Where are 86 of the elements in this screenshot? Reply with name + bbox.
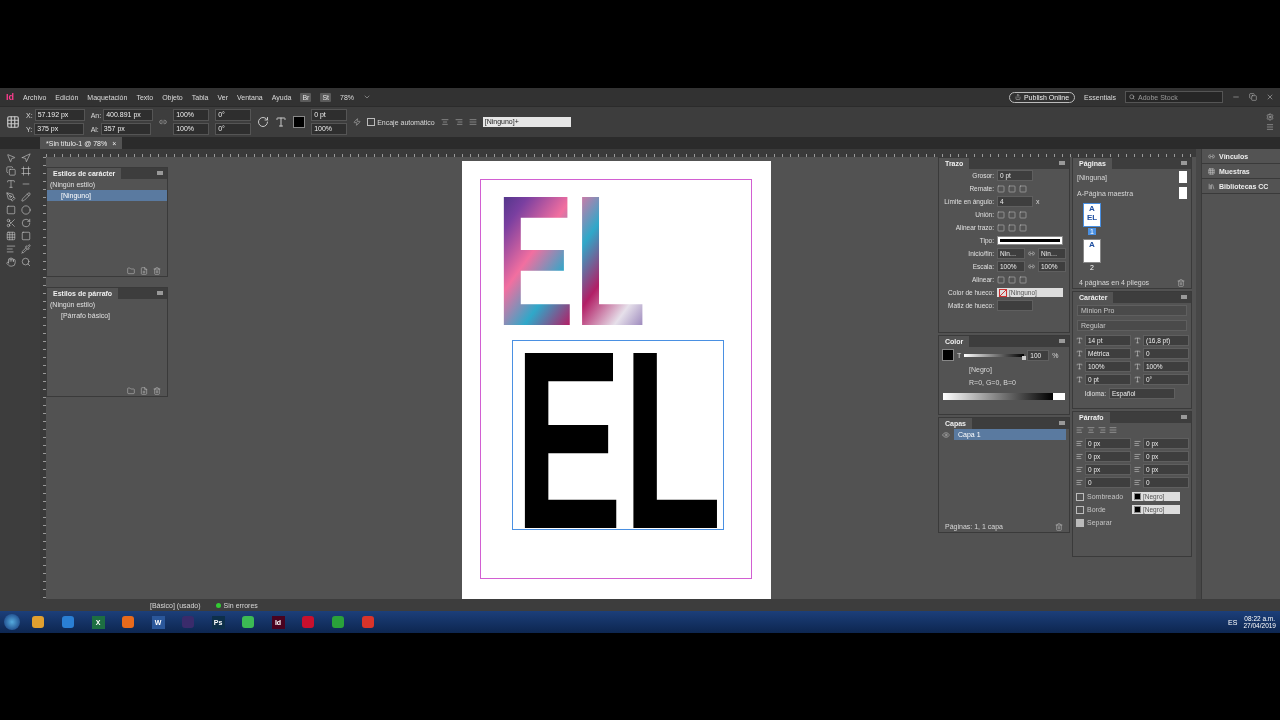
caret-icon[interactable] (363, 93, 372, 101)
type-icon (1134, 350, 1141, 357)
justify-icon[interactable] (1109, 425, 1117, 434)
pen-tool-icon[interactable] (6, 192, 18, 204)
stroke-field[interactable] (997, 300, 1033, 311)
checkbox[interactable] (1076, 518, 1084, 527)
trash-icon[interactable] (153, 386, 161, 395)
trash-icon[interactable] (153, 266, 161, 275)
indent-icon (1076, 479, 1083, 486)
type-icon (1076, 363, 1083, 370)
type-icon (1076, 376, 1083, 383)
selection-tool-icon[interactable] (6, 153, 18, 165)
page-thumbnail (1179, 171, 1187, 183)
type-icon (1134, 363, 1141, 370)
folder-icon[interactable] (127, 386, 135, 395)
page-thumbnail[interactable]: A (1083, 239, 1101, 263)
search-icon (1129, 94, 1135, 100)
zoom-tool-icon[interactable] (21, 257, 33, 269)
stroke-type-dropdown[interactable] (997, 236, 1063, 245)
eye-icon[interactable] (942, 430, 950, 439)
scissors-tool-icon[interactable] (6, 218, 18, 230)
indent-icon (1134, 453, 1141, 460)
app-icon[interactable] (302, 616, 314, 628)
reference-point-icon[interactable] (6, 115, 20, 129)
align-icon[interactable] (468, 118, 477, 126)
status-dot (215, 602, 221, 608)
link-icon[interactable] (1028, 263, 1035, 270)
menu-icon[interactable] (1266, 123, 1274, 131)
folder-icon[interactable] (127, 266, 135, 275)
rectangle-tool-icon[interactable] (21, 231, 33, 243)
hand-tool-icon[interactable] (6, 257, 18, 269)
direct-selection-tool-icon[interactable] (21, 153, 33, 165)
trash-icon[interactable] (1177, 278, 1185, 287)
new-icon[interactable] (140, 386, 148, 395)
indent-icon (1076, 453, 1083, 460)
ellipse-tool-icon[interactable] (21, 205, 33, 217)
align-icon[interactable] (440, 118, 449, 126)
start-button[interactable] (4, 614, 20, 630)
app-logo: Id (6, 92, 14, 102)
library-icon (1208, 182, 1215, 190)
share-icon (1014, 94, 1021, 100)
checkbox[interactable] (1076, 505, 1084, 514)
indent-icon (1134, 440, 1141, 447)
type-tool-icon[interactable] (6, 179, 18, 191)
app-icon[interactable] (122, 616, 134, 628)
tint-slider[interactable] (964, 353, 1025, 357)
link-icon (1208, 152, 1215, 160)
app-icon[interactable] (332, 616, 344, 628)
restore-icon[interactable] (1249, 93, 1257, 101)
link-icon[interactable] (159, 118, 168, 126)
new-icon[interactable] (140, 266, 148, 275)
align-right-icon[interactable] (1098, 425, 1106, 434)
color-ramp[interactable] (943, 393, 1065, 400)
indent-icon (1134, 466, 1141, 473)
checkbox[interactable] (1076, 492, 1084, 501)
align-left-icon[interactable] (1076, 425, 1084, 434)
app-icon[interactable] (32, 616, 44, 628)
minimize-icon[interactable] (1232, 93, 1240, 101)
align-icon[interactable] (454, 118, 463, 126)
page-thumbnail (1179, 187, 1187, 199)
app-icon[interactable] (242, 616, 254, 628)
type-icon (1076, 350, 1083, 357)
rotate-icon[interactable] (257, 116, 270, 128)
type-icon[interactable] (275, 116, 288, 128)
fill-swatch[interactable] (293, 116, 306, 128)
app-icon[interactable] (62, 616, 74, 628)
pencil-tool-icon[interactable] (21, 192, 33, 204)
fill-swatch[interactable] (942, 349, 954, 361)
type-icon (1134, 337, 1141, 344)
align-center-icon[interactable] (1087, 425, 1095, 434)
grid-icon (1208, 167, 1215, 175)
rotate-tool-icon[interactable] (21, 218, 33, 230)
slider-thumb[interactable] (1022, 355, 1027, 360)
indent-icon (1134, 479, 1141, 486)
frame-tool-icon[interactable] (6, 205, 18, 217)
link-icon[interactable] (1028, 250, 1035, 257)
eyedropper-tool-icon[interactable] (21, 244, 33, 256)
indent-icon (1076, 440, 1083, 447)
trash-icon[interactable] (1055, 522, 1063, 531)
indent-icon (1076, 466, 1083, 473)
app-icon[interactable] (362, 616, 374, 628)
type-icon (1076, 337, 1083, 344)
type-icon (1134, 376, 1141, 383)
settings-icon[interactable] (1266, 113, 1274, 121)
page-thumbnail[interactable]: A EL (1083, 203, 1101, 227)
close-icon[interactable] (1266, 93, 1274, 101)
